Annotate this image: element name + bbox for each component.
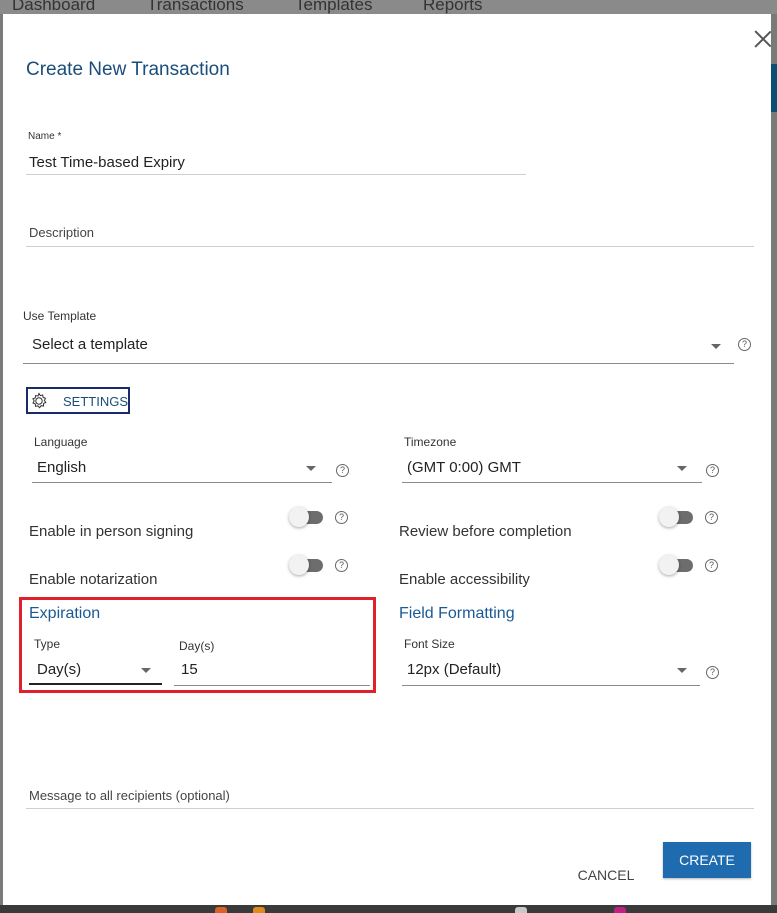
notarization-toggle[interactable] bbox=[289, 555, 325, 575]
create-transaction-dialog: Create New Transaction Name * Test Time-… bbox=[3, 14, 771, 905]
help-icon[interactable]: ? bbox=[335, 511, 348, 524]
field-formatting-heading: Field Formatting bbox=[399, 605, 515, 622]
chevron-down-icon[interactable] bbox=[141, 668, 151, 673]
message-input[interactable]: Message to all recipients (optional) bbox=[29, 788, 230, 803]
chevron-down-icon[interactable] bbox=[677, 668, 687, 673]
notarization-label: Enable notarization bbox=[29, 571, 158, 588]
settings-button[interactable]: SETTINGS bbox=[26, 387, 130, 414]
timezone-label: Timezone bbox=[404, 435, 457, 449]
in-person-signing-toggle[interactable] bbox=[289, 507, 325, 527]
help-icon[interactable]: ? bbox=[706, 464, 719, 477]
timezone-select[interactable]: (GMT 0:00) GMT bbox=[407, 459, 521, 476]
help-icon[interactable]: ? bbox=[738, 338, 751, 351]
review-before-completion-label: Review before completion bbox=[399, 523, 572, 540]
name-input[interactable]: Test Time-based Expiry bbox=[29, 154, 185, 171]
taskbar-app-icon[interactable] bbox=[253, 907, 265, 913]
nav-reports[interactable]: Reports bbox=[423, 0, 483, 14]
close-icon[interactable] bbox=[753, 29, 773, 49]
in-person-signing-label: Enable in person signing bbox=[29, 523, 194, 540]
message-underline bbox=[26, 808, 754, 809]
gear-icon bbox=[32, 392, 47, 409]
template-underline bbox=[23, 363, 734, 364]
expiration-type-label: Type bbox=[34, 637, 61, 651]
help-icon[interactable]: ? bbox=[336, 464, 349, 477]
expiration-days-label: Day(s) bbox=[179, 639, 215, 653]
font-size-select[interactable]: 12px (Default) bbox=[407, 661, 501, 678]
chevron-down-icon[interactable] bbox=[711, 344, 721, 349]
expiration-days-underline bbox=[174, 685, 370, 686]
chevron-down-icon[interactable] bbox=[677, 466, 687, 471]
timezone-underline bbox=[402, 482, 702, 483]
description-input[interactable]: Description bbox=[29, 225, 94, 240]
taskbar-app-icon[interactable] bbox=[215, 907, 227, 913]
expiration-days-input[interactable]: 15 bbox=[181, 661, 198, 678]
help-icon[interactable]: ? bbox=[706, 666, 719, 679]
template-select[interactable]: Select a template bbox=[32, 336, 148, 353]
background-nav: Dashboard Transactions Templates Reports bbox=[0, 0, 777, 14]
chevron-down-icon[interactable] bbox=[306, 466, 316, 471]
name-underline bbox=[26, 174, 526, 175]
taskbar-app-icon[interactable] bbox=[515, 907, 527, 913]
taskbar bbox=[0, 905, 777, 913]
template-label: Use Template bbox=[23, 309, 97, 323]
taskbar-app-icon[interactable] bbox=[614, 907, 626, 913]
dialog-title: Create New Transaction bbox=[26, 59, 230, 80]
background-side-bar bbox=[771, 64, 777, 112]
name-label: Name * bbox=[28, 131, 62, 142]
font-size-underline bbox=[402, 685, 700, 686]
expiration-type-underline bbox=[29, 683, 162, 685]
expiration-type-select[interactable]: Day(s) bbox=[37, 661, 81, 678]
accessibility-label: Enable accessibility bbox=[399, 571, 530, 588]
cancel-button[interactable]: CANCEL bbox=[566, 862, 646, 888]
language-underline bbox=[32, 482, 332, 483]
font-size-label: Font Size bbox=[404, 637, 455, 651]
expiration-heading: Expiration bbox=[29, 605, 101, 622]
nav-dashboard[interactable]: Dashboard bbox=[12, 0, 95, 14]
settings-button-label: SETTINGS bbox=[63, 394, 129, 409]
nav-transactions[interactable]: Transactions bbox=[147, 0, 244, 14]
help-icon[interactable]: ? bbox=[705, 559, 718, 572]
help-icon[interactable]: ? bbox=[335, 559, 348, 572]
language-select[interactable]: English bbox=[37, 459, 86, 476]
description-underline bbox=[26, 246, 754, 247]
create-button[interactable]: CREATE bbox=[663, 842, 751, 878]
nav-templates[interactable]: Templates bbox=[295, 0, 372, 14]
language-label: Language bbox=[34, 435, 88, 449]
help-icon[interactable]: ? bbox=[705, 511, 718, 524]
accessibility-toggle[interactable] bbox=[659, 555, 695, 575]
review-before-completion-toggle[interactable] bbox=[659, 507, 695, 527]
